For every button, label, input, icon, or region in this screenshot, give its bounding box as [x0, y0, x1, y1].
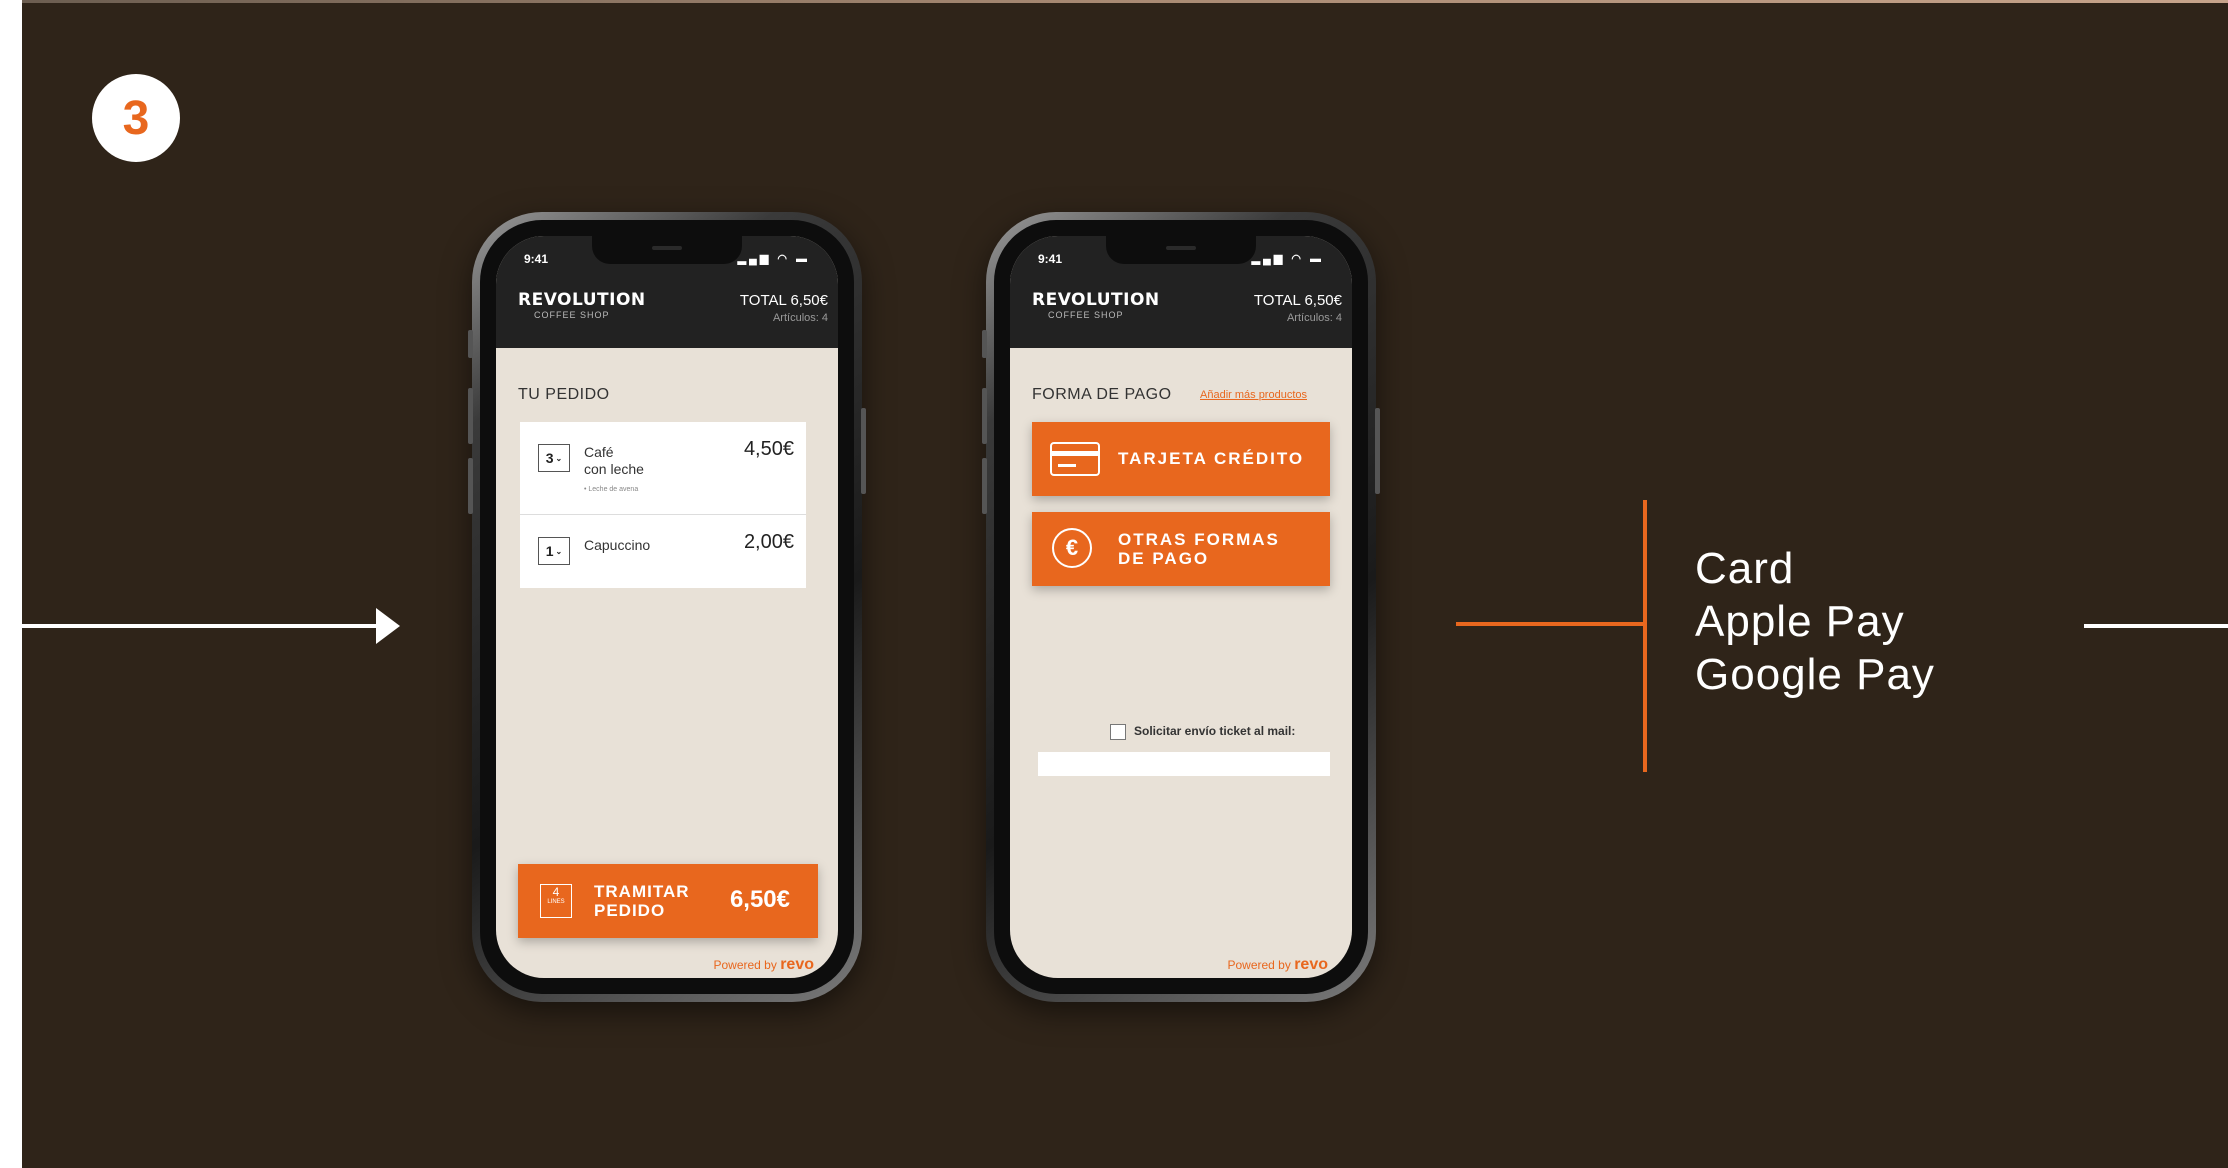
- brand-logo[interactable]: REVOLUTION: [518, 290, 646, 310]
- status-time: 9:41: [1038, 252, 1063, 266]
- item-name: Café con leche: [584, 444, 644, 477]
- other-payment-label: OTRAS FORMAS DE PAGO: [1118, 530, 1280, 568]
- status-time: 9:41: [524, 252, 549, 266]
- ticket-email-label: Solicitar envío ticket al mail:: [1134, 724, 1296, 738]
- item-count-box: 4 LINES: [540, 884, 572, 918]
- flow-line-right: [2084, 624, 2228, 628]
- chevron-down-icon: ⌄: [555, 546, 563, 556]
- item-price: 2,00€: [743, 531, 794, 553]
- phone-volume-up-button: [468, 388, 473, 444]
- phone-screen: 9:41 ▂▄▆ ◠ ▬ REVOLUTION COFFEE SHOP TOTA…: [1010, 236, 1352, 978]
- add-more-products-link[interactable]: Añadir más productos: [1200, 389, 1307, 401]
- payment-methods-list: Card Apple Pay Google Pay: [1695, 542, 1935, 701]
- signal-wifi-battery-icon: ▂▄▆ ◠ ▬: [1251, 253, 1324, 265]
- credit-card-label: TARJETA CRÉDITO: [1118, 449, 1305, 468]
- phone-order-summary: 9:41 ▂▄▆ ◠ ▬ REVOLUTION COFFEE SHOP TOTA…: [468, 212, 866, 1002]
- quantity-select[interactable]: 3 ⌄: [538, 444, 570, 472]
- checkout-button[interactable]: 4 LINES TRAMITAR PEDIDO 6,50€: [518, 864, 818, 938]
- header-total: TOTAL 6,50€: [739, 292, 828, 309]
- euro-icon: €: [1052, 528, 1092, 568]
- checkout-label: TRAMITAR PEDIDO: [594, 882, 690, 920]
- top-border-line: [0, 0, 2228, 3]
- section-title: FORMA DE PAGO: [1032, 386, 1172, 403]
- brand-logo-subtitle: COFFEE SHOP: [534, 310, 610, 320]
- credit-card-icon: [1050, 442, 1100, 476]
- item-name: Capuccino: [584, 537, 651, 553]
- phone-screen: 9:41 ▂▄▆ ◠ ▬ REVOLUTION COFFEE SHOP TOTA…: [496, 236, 838, 978]
- phone-side-button: [982, 330, 987, 358]
- quantity-select[interactable]: 1 ⌄: [538, 537, 570, 565]
- powered-by: Powered by revo: [713, 956, 814, 973]
- chevron-down-icon: ⌄: [555, 453, 563, 463]
- ticket-email-checkbox[interactable]: [1110, 724, 1126, 740]
- phone-side-button: [468, 330, 473, 358]
- list-item: 3 ⌄ Café con leche • Leche de avena 4,50€: [520, 422, 806, 514]
- item-price: 4,50€: [743, 438, 794, 460]
- email-field[interactable]: [1038, 752, 1330, 776]
- header-total: TOTAL 6,50€: [1253, 292, 1342, 309]
- bracket-connector-line: [1456, 622, 1646, 626]
- credit-card-button[interactable]: TARJETA CRÉDITO: [1032, 422, 1330, 496]
- phone-payment-method: 9:41 ▂▄▆ ◠ ▬ REVOLUTION COFFEE SHOP TOTA…: [982, 212, 1380, 1002]
- item-note: • Leche de avena: [584, 486, 639, 493]
- other-payment-button[interactable]: € OTRAS FORMAS DE PAGO: [1032, 512, 1330, 586]
- order-list: 3 ⌄ Café con leche • Leche de avena 4,50€…: [520, 422, 806, 588]
- section-title: TU PEDIDO: [518, 386, 610, 403]
- flow-line-left: [22, 624, 382, 628]
- payment-method-google-pay: Google Pay: [1695, 650, 1935, 699]
- left-edge-strip: [0, 0, 22, 1168]
- phone-power-button: [1375, 408, 1380, 494]
- brand-logo-subtitle: COFFEE SHOP: [1048, 310, 1124, 320]
- phone-volume-down-button: [982, 458, 987, 514]
- step-number-badge: 3: [92, 74, 180, 162]
- header-articulos-count: Artículos: 4: [1286, 312, 1342, 324]
- checkout-price: 6,50€: [729, 886, 790, 913]
- phone-notch: [1106, 236, 1256, 264]
- payment-method-card: Card: [1695, 544, 1795, 593]
- phone-power-button: [861, 408, 866, 494]
- header-articulos-count: Artículos: 4: [772, 312, 828, 324]
- revo-logo: revo: [1294, 956, 1328, 973]
- powered-by: Powered by revo: [1227, 956, 1328, 973]
- payment-method-apple-pay: Apple Pay: [1695, 597, 1905, 646]
- list-item: 1 ⌄ Capuccino 2,00€: [520, 515, 806, 588]
- phone-volume-up-button: [982, 388, 987, 444]
- arrow-right-icon: [376, 608, 400, 644]
- signal-wifi-battery-icon: ▂▄▆ ◠ ▬: [737, 253, 810, 265]
- brand-logo[interactable]: REVOLUTION: [1032, 290, 1160, 310]
- phone-notch: [592, 236, 742, 264]
- phone-volume-down-button: [468, 458, 473, 514]
- bracket-vertical-line: [1643, 500, 1647, 772]
- revo-logo: revo: [780, 956, 814, 973]
